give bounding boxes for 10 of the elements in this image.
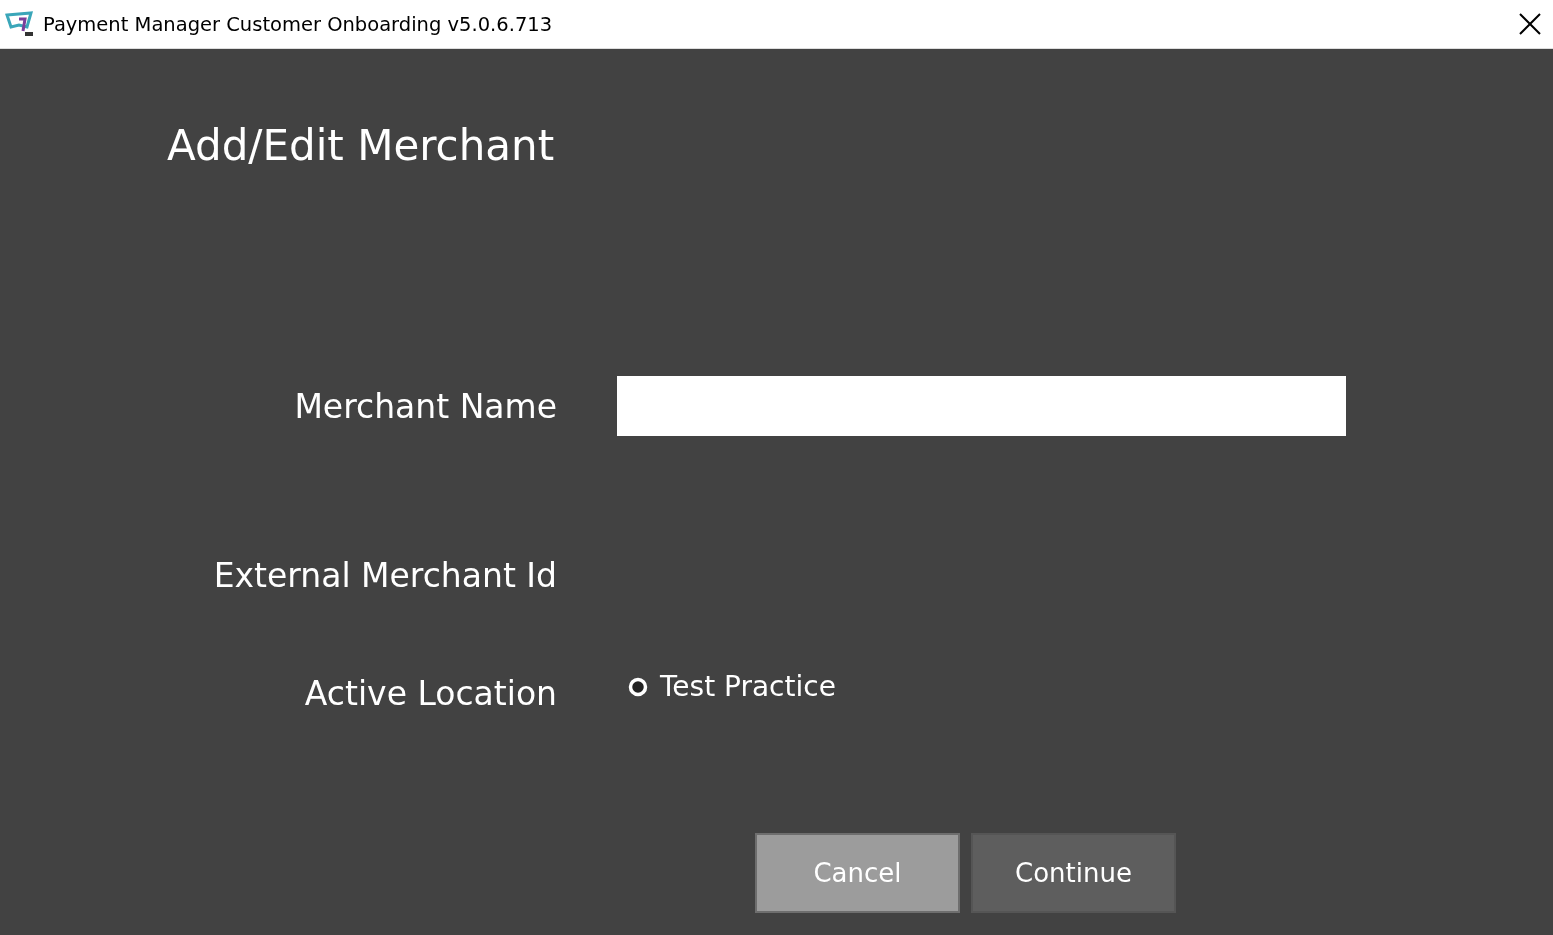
close-icon xyxy=(1519,13,1541,35)
window-title: Payment Manager Customer Onboarding v5.0.6.713 xyxy=(43,12,554,36)
app-logo-icon xyxy=(5,9,35,39)
location-radio[interactable]: Test Practice xyxy=(628,670,836,703)
external-merchant-id-label: External Merchant Id xyxy=(212,556,557,595)
continue-button[interactable]: Continue xyxy=(971,833,1176,913)
page-heading: Add/Edit Merchant xyxy=(167,121,555,170)
active-location-label: Active Location xyxy=(303,674,557,713)
merchant-name-field[interactable] xyxy=(617,376,1346,436)
merchant-name-label: Merchant Name xyxy=(293,386,557,426)
